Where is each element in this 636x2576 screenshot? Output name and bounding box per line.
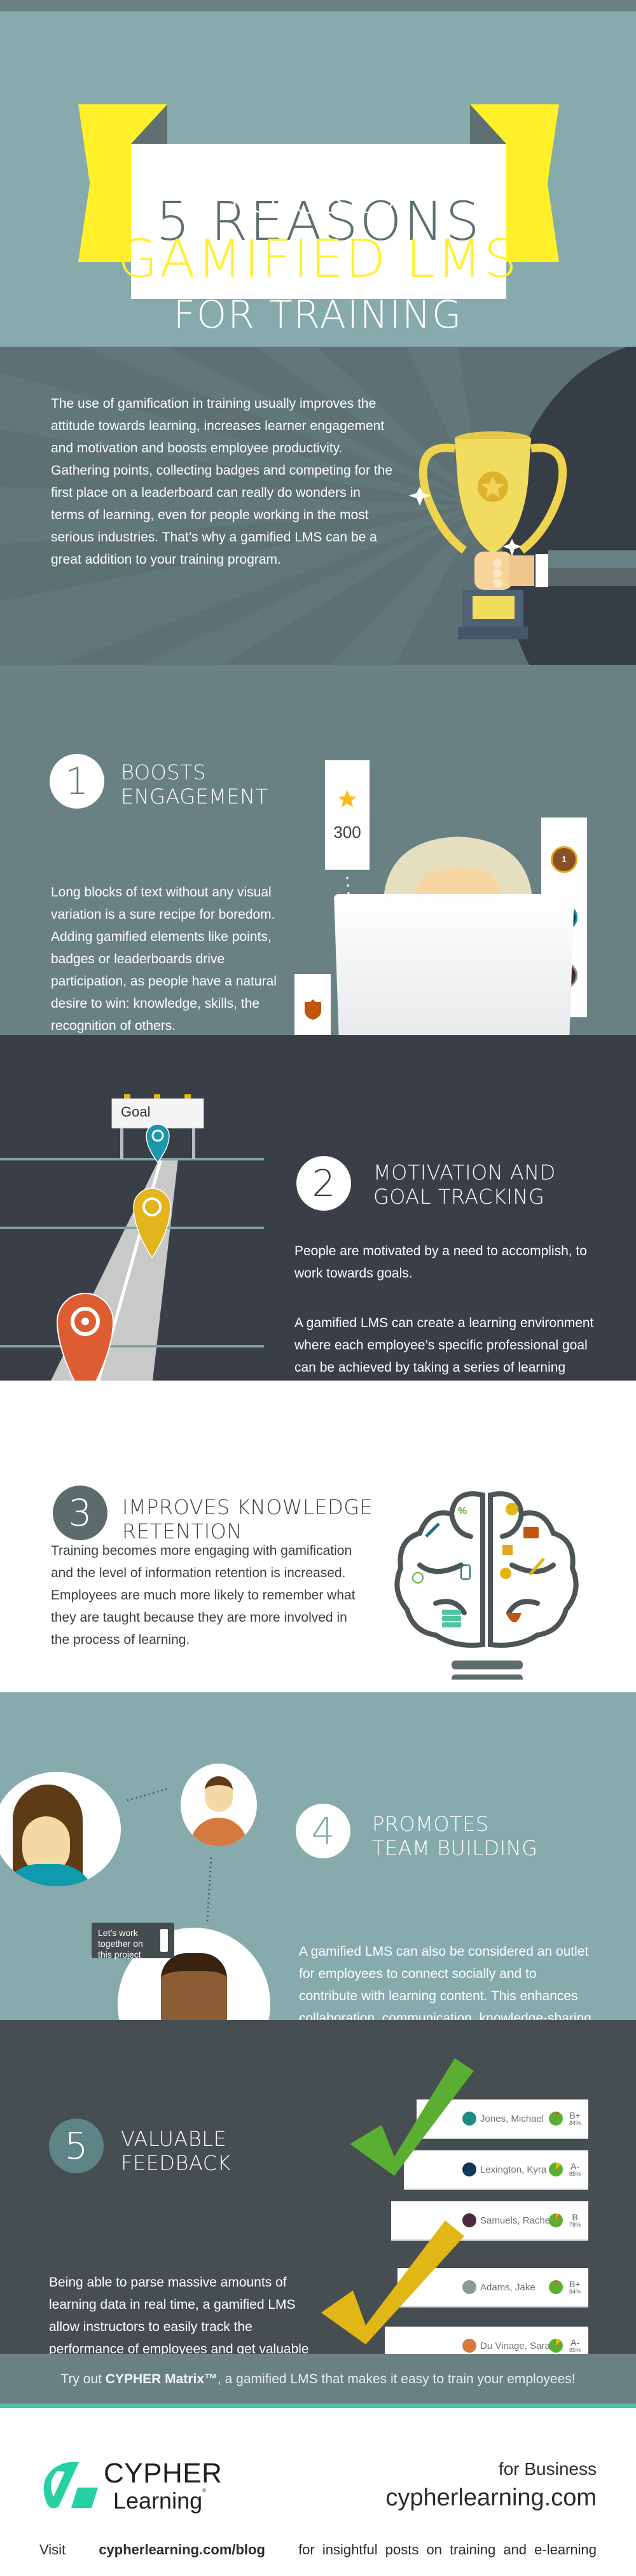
goal-road-illustration bbox=[0, 1094, 264, 1381]
student-name: Samuels, Rachel bbox=[480, 2215, 553, 2226]
section-title-line-2: GOAL TRACKING bbox=[373, 1185, 545, 1209]
visit-prefix: Visit bbox=[39, 2542, 66, 2558]
section-title: MOTIVATION AND GOAL TRACKING bbox=[373, 1160, 556, 1209]
logo-text-cypher: CYPHER bbox=[104, 2458, 223, 2489]
grade-pie-icon bbox=[549, 2213, 563, 2227]
section-knowledge-retention: 3 IMPROVES KNOWLEDGE RETENTION Training … bbox=[0, 1381, 636, 1692]
logo-text-learning: Learning® bbox=[113, 2488, 207, 2514]
subtitle-line-2: GAMIFIED LMS bbox=[117, 229, 519, 289]
section-motivation-goal-tracking: 2 MOTIVATION AND GOAL TRACKING People ar… bbox=[0, 1035, 636, 1381]
thought-bubble-icon bbox=[506, 1503, 518, 1515]
lightbulb-icon bbox=[500, 1568, 511, 1579]
grade-value: A- 85% bbox=[569, 2337, 581, 2353]
chart-arrow-icon bbox=[425, 1522, 440, 1538]
section-number-badge: 5 bbox=[49, 2119, 104, 2173]
laptop-screen bbox=[334, 894, 574, 1035]
percent-icon: % bbox=[458, 1506, 467, 1517]
grade-value: A- 85% bbox=[569, 2161, 581, 2177]
student-avatar bbox=[462, 2339, 476, 2353]
section-body-2: A gamified LMS can create a learning env… bbox=[294, 1316, 594, 1375]
student-name: Du Vinage, Sarah bbox=[480, 2340, 556, 2351]
section-valuable-feedback: 5 VALUABLE FEEDBACK Being able to parse … bbox=[0, 2020, 636, 2354]
cta-text: Try out CYPHER Matrix™, a gamified LMS t… bbox=[60, 2372, 576, 2386]
atom-icon bbox=[412, 1572, 424, 1584]
grade-pie-icon bbox=[549, 2112, 563, 2126]
grade-row[interactable]: Lexington, Kyra A- 85% bbox=[404, 2150, 588, 2190]
for-business-label: for Business bbox=[498, 2459, 597, 2479]
subtitle-line-3: FOR TRAINING bbox=[173, 293, 463, 337]
student-name: Adams, Jake bbox=[480, 2281, 536, 2293]
section-body: Training becomes more engaging with gami… bbox=[51, 1543, 356, 1647]
cta-banner: Try out CYPHER Matrix™, a gamified LMS t… bbox=[0, 2354, 636, 2408]
section-title: IMPROVES KNOWLEDGE RETENTION bbox=[122, 1495, 373, 1543]
grade-value: B 78% bbox=[569, 2212, 581, 2228]
grade-row[interactable]: Samuels, Rachel B 78% bbox=[391, 2201, 588, 2241]
section-title-line-1: IMPROVES KNOWLEDGE bbox=[122, 1495, 373, 1519]
section-number-badge: 3 bbox=[53, 1486, 107, 1540]
section-body-1: People are motivated by a need to accomp… bbox=[294, 1244, 587, 1281]
trophy-icon bbox=[408, 431, 636, 639]
student-avatar bbox=[462, 2280, 476, 2294]
blog-link[interactable]: cypherlearning.com/blog bbox=[99, 2542, 265, 2558]
cypher-logo-icon bbox=[43, 2462, 98, 2509]
section-title-line-1: PROMOTES bbox=[372, 1812, 489, 1836]
section-body: Being able to parse massive amounts of l… bbox=[49, 2275, 309, 2354]
footer: CYPHER Learning® for Business cypherlear… bbox=[0, 2408, 636, 2576]
student-avatar bbox=[462, 2162, 476, 2176]
section-number-badge: 2 bbox=[296, 1156, 351, 1211]
section-body: A gamified LMS can also be considered an… bbox=[299, 1944, 591, 2020]
grade-row[interactable]: Du Vinage, Sarah A- 85% bbox=[385, 2327, 588, 2354]
grade-pie-icon bbox=[549, 2339, 563, 2353]
blog-promo: Visit cypherlearning.com/blog for insigh… bbox=[39, 2542, 597, 2558]
intro-section: The use of gamification in training usua… bbox=[0, 347, 636, 665]
student-name: Lexington, Kyra bbox=[480, 2164, 547, 2175]
student-name: Jones, Michael bbox=[480, 2113, 544, 2124]
site-link[interactable]: cypherlearning.com bbox=[385, 2484, 597, 2512]
puzzle-icon bbox=[502, 1545, 513, 1555]
top-strip bbox=[0, 0, 636, 11]
avatar-man-1 bbox=[181, 1764, 257, 1846]
product-link[interactable]: CYPHER Matrix™ bbox=[106, 2372, 218, 2386]
brain-lightbulb-icon: % bbox=[394, 1491, 579, 1680]
visit-suffix: for insightful posts on training and e-l… bbox=[298, 2542, 597, 2558]
camera-icon bbox=[523, 1527, 539, 1538]
section-boosts-engagement: 1 BOOSTS ENGAGEMENT Long blocks of text … bbox=[0, 665, 636, 1035]
student-avatar bbox=[462, 2213, 476, 2227]
grade-row[interactable]: Adams, Jake B+ 84% bbox=[398, 2268, 588, 2308]
section-team-building: 4 PROMOTES TEAM BUILDING A gamified LMS … bbox=[0, 1692, 636, 2020]
theater-masks-icon bbox=[506, 1613, 522, 1622]
student-avatar bbox=[462, 2112, 476, 2126]
section-title-line-2: FEEDBACK bbox=[121, 2151, 232, 2175]
header-section: 5 REASONS TO USE A GAMIFIED LMS FOR TRAI… bbox=[0, 0, 636, 347]
section-title-line-1: MOTIVATION AND bbox=[373, 1160, 556, 1185]
grade-value: B+ 84% bbox=[569, 2279, 581, 2295]
books-icon bbox=[442, 1610, 461, 1615]
chat-bubble-collaborate: Let’s work together on this project bbox=[92, 1923, 174, 1960]
section-title-line-2: TEAM BUILDING bbox=[372, 1836, 538, 1860]
grade-pie-icon bbox=[549, 2162, 563, 2176]
goal-sign-label: Goal bbox=[121, 1104, 151, 1120]
grade-value: B+ 84% bbox=[569, 2110, 581, 2126]
section-title-line-1: VALUABLE bbox=[121, 2127, 227, 2151]
section-title: VALUABLE FEEDBACK bbox=[121, 2127, 231, 2175]
grade-row[interactable]: Jones, Michael B+ 84% bbox=[417, 2099, 588, 2139]
subtitle-line-1: TO USE A bbox=[223, 178, 413, 223]
section-number-badge: 4 bbox=[296, 1804, 350, 1858]
grade-pie-icon bbox=[549, 2280, 563, 2294]
chat-bubble-text: Let’s work together on this project bbox=[98, 1928, 143, 1960]
section-title: PROMOTES TEAM BUILDING bbox=[372, 1812, 537, 1860]
notebook-icon bbox=[160, 1929, 168, 1952]
intro-text: The use of gamification in training usua… bbox=[51, 396, 393, 567]
